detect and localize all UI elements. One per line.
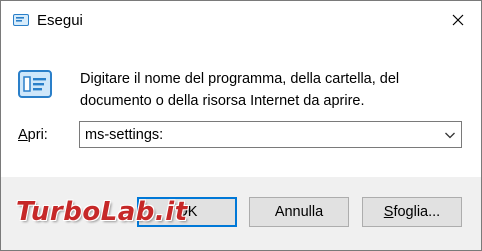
message-line: documento o della risorsa Internet da ap…	[80, 93, 365, 109]
open-combobox[interactable]: ms-settings:	[79, 121, 462, 148]
cancel-button[interactable]: Annulla	[249, 197, 349, 227]
title-bar: Esegui	[1, 1, 481, 39]
message-line: Digitare il nome del programma, della ca…	[80, 71, 400, 87]
open-label-text: pri:	[27, 127, 48, 143]
run-icon	[13, 14, 29, 26]
open-label-accesskey: A	[18, 127, 28, 143]
close-icon	[452, 14, 464, 26]
browse-button[interactable]: Sfoglia...	[362, 197, 462, 227]
open-input[interactable]: ms-settings:	[85, 127, 163, 143]
dialog-message: Digitare il nome del programma, della ca…	[80, 68, 460, 112]
ok-button-label: OK	[176, 204, 198, 220]
chevron-down-icon[interactable]	[444, 129, 456, 141]
close-button[interactable]	[435, 1, 481, 39]
run-dialog: Esegui Digitare il nome del programma, d…	[0, 0, 482, 251]
cancel-button-label: Annulla	[274, 204, 324, 220]
ok-button[interactable]: OK	[137, 197, 237, 227]
browse-button-label: foglia...	[393, 204, 441, 220]
run-icon	[18, 70, 52, 98]
window-title: Esegui	[37, 12, 83, 29]
open-label: Apri:	[18, 127, 48, 143]
browse-button-accesskey: S	[383, 204, 394, 220]
